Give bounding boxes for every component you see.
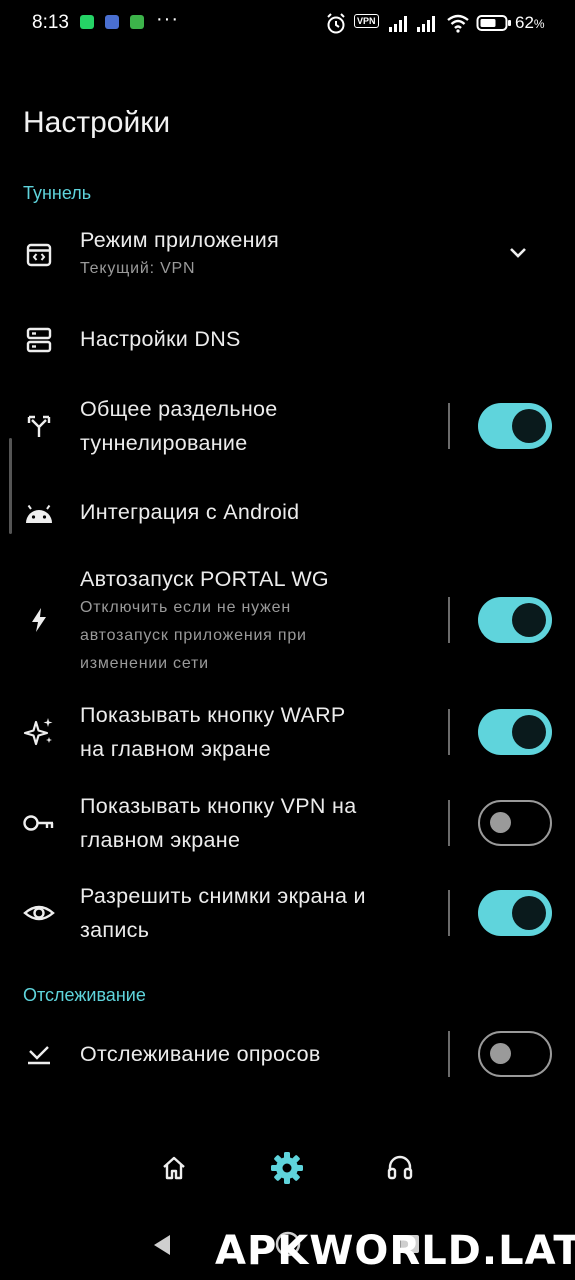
more-notifications-icon: ···	[156, 8, 179, 30]
setting-dns[interactable]: Настройки DNS	[0, 318, 575, 362]
signal-icon-2	[417, 16, 435, 32]
screenshots-title-line2: запись	[80, 918, 150, 942]
android-icon	[22, 497, 56, 531]
autostart-subtitle-line1: Отключить если не нужен	[80, 599, 291, 616]
toggle-knob	[512, 409, 546, 443]
poll-check-icon	[22, 1037, 56, 1071]
setting-autostart[interactable]: Автозапуск PORTAL WG Отключить если не н…	[0, 560, 575, 680]
back-icon[interactable]	[150, 1232, 174, 1258]
poll-tracking-title: Отслеживание опросов	[80, 1042, 321, 1066]
autostart-title: Автозапуск PORTAL WG	[80, 567, 329, 591]
split-arrows-icon	[22, 409, 56, 443]
autostart-toggle[interactable]	[478, 597, 552, 643]
split-tunnel-title-line1: Общее раздельное	[80, 397, 278, 421]
nav-home[interactable]	[154, 1148, 194, 1188]
app-notification-icon	[105, 15, 119, 29]
watermark-text: APKWORLD.LAT	[215, 1228, 575, 1274]
toggle-knob	[512, 896, 546, 930]
whatsapp-icon	[80, 15, 94, 29]
screenshots-title-line1: Разрешить снимки экрана и	[80, 884, 366, 908]
section-header-tracking: Отслеживание	[23, 985, 146, 1005]
divider	[448, 1031, 450, 1077]
android-title: Интеграция с Android	[80, 500, 300, 524]
screenshots-toggle[interactable]	[478, 890, 552, 936]
setting-warp-button[interactable]: Показывать кнопку WARP на главном экране	[0, 698, 575, 766]
toggle-knob	[490, 812, 511, 833]
headset-icon	[387, 1155, 413, 1180]
gear-icon	[271, 1152, 303, 1184]
app-window-icon	[22, 238, 56, 272]
split-tunnel-toggle[interactable]	[478, 403, 552, 449]
divider	[448, 800, 450, 846]
status-time: 8:13	[32, 12, 69, 33]
warp-button-title-line2: на главном экране	[80, 737, 271, 761]
alarm-icon	[327, 13, 345, 34]
sparkle-icon	[22, 715, 56, 749]
setting-poll-tracking[interactable]: Отслеживание опросов	[0, 1031, 575, 1077]
vpn-button-title-line1: Показывать кнопку VPN на	[80, 794, 357, 818]
bottom-navigation	[0, 1140, 575, 1196]
app-mode-title: Режим приложения	[80, 228, 280, 252]
battery-suffix: %	[533, 17, 545, 31]
page-title: Настройки	[23, 106, 171, 139]
app-mode-subtitle: Текущий: VPN	[80, 260, 196, 277]
status-bar: 8:13 ··· VPN 62%	[0, 0, 575, 50]
toggle-knob	[512, 715, 546, 749]
divider	[448, 890, 450, 936]
dns-title: Настройки DNS	[80, 327, 241, 351]
battery-percent: 62%	[515, 13, 545, 33]
section-header-tunnel: Туннель	[23, 183, 92, 203]
vpn-button-title-line2: главном экране	[80, 828, 241, 852]
wifi-icon	[447, 14, 469, 33]
split-tunnel-title-line2: туннелирование	[80, 431, 248, 455]
autostart-subtitle-line2: автозапуск приложения при	[80, 627, 307, 644]
setting-split-tunnel[interactable]: Общее раздельное туннелирование	[0, 392, 575, 460]
bolt-icon	[22, 603, 56, 637]
warp-button-toggle[interactable]	[478, 709, 552, 755]
dns-server-icon	[22, 323, 56, 357]
nav-support[interactable]	[380, 1148, 420, 1188]
divider	[448, 597, 450, 643]
setting-app-mode[interactable]: Режим приложения Текущий: VPN	[0, 222, 575, 294]
vpn-button-toggle[interactable]	[478, 800, 552, 846]
vpn-badge: VPN	[354, 14, 379, 28]
signal-icon	[389, 16, 407, 32]
warp-button-title-line1: Показывать кнопку WARP	[80, 703, 346, 727]
battery-value: 62	[515, 13, 534, 32]
home-icon	[163, 1156, 185, 1180]
setting-android-integration[interactable]: Интеграция с Android	[0, 492, 575, 536]
poll-tracking-toggle[interactable]	[478, 1031, 552, 1077]
key-icon	[22, 806, 56, 840]
toggle-knob	[490, 1043, 511, 1064]
nav-settings[interactable]	[267, 1148, 307, 1188]
chevron-down-icon[interactable]	[506, 241, 530, 265]
setting-vpn-button[interactable]: Показывать кнопку VPN на главном экране	[0, 789, 575, 857]
toggle-knob	[512, 603, 546, 637]
divider	[448, 403, 450, 449]
divider	[448, 709, 450, 755]
setting-screenshots[interactable]: Разрешить снимки экрана и запись	[0, 879, 575, 947]
eye-icon	[22, 896, 56, 930]
battery-icon	[476, 15, 511, 31]
running-man-icon	[130, 15, 144, 29]
autostart-subtitle-line3: изменении сети	[80, 655, 209, 672]
